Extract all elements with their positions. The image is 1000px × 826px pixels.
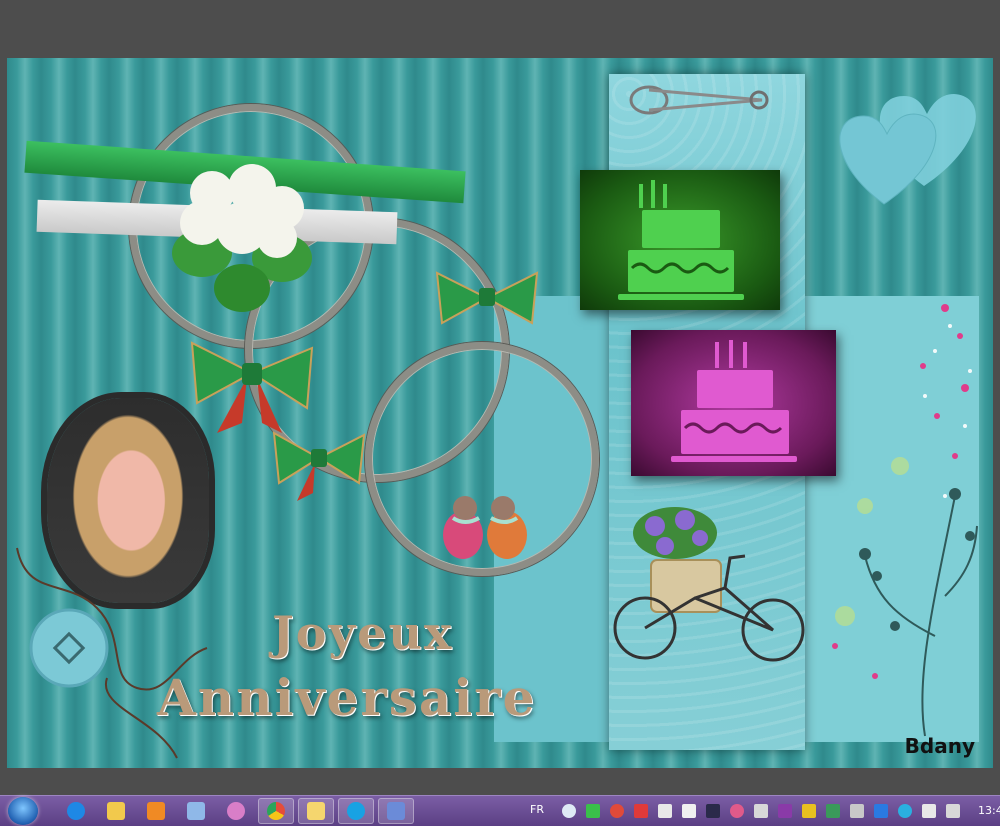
love-birds-decoration: [443, 496, 527, 559]
taskbar-app-media-player[interactable]: [138, 798, 174, 824]
sync-icon[interactable]: [610, 804, 624, 818]
flag-icon[interactable]: [682, 804, 696, 818]
tray-item-icon[interactable]: [826, 804, 840, 818]
birthday-cake-icon: [618, 180, 744, 300]
speaker-red-icon[interactable]: [634, 804, 648, 818]
clock[interactable]: 13:4: [978, 804, 1000, 817]
cloud-icon[interactable]: [562, 804, 576, 818]
onenote-icon[interactable]: [778, 804, 792, 818]
taskbar-app-folder[interactable]: [298, 798, 334, 824]
app-tray-icon[interactable]: [730, 804, 744, 818]
plaid-bow-bottom: [272, 431, 366, 501]
white-hydrangea-decoration: [172, 164, 312, 312]
swirl-button-decoration: [16, 547, 208, 759]
alert-icon[interactable]: [802, 804, 816, 818]
image-viewer-window: Joyeux Anniversaire Bdany: [0, 0, 1000, 795]
title-line-2: Anniversaire: [157, 668, 537, 727]
plaid-bow-large: [190, 341, 314, 433]
language-indicator[interactable]: FR: [530, 803, 544, 816]
taskbar-app-file-explorer[interactable]: [98, 798, 134, 824]
taskbar-app-s[interactable]: [378, 798, 414, 824]
display-icon[interactable]: [850, 804, 864, 818]
battery-green-icon[interactable]: [586, 804, 600, 818]
taskbar-app-paint[interactable]: [218, 798, 254, 824]
signature: Bdany: [904, 734, 975, 758]
pink-cake-card: [631, 330, 836, 476]
chrome-icon: [267, 802, 285, 820]
taskbar: FR 13:4: [0, 795, 1000, 826]
start-button[interactable]: [8, 797, 38, 825]
plaid-bow-top-right: [435, 271, 539, 325]
app-s-icon: [387, 802, 405, 820]
internet-explorer-icon: [67, 802, 85, 820]
skype-icon: [347, 802, 365, 820]
hearts-decoration: [839, 94, 976, 205]
shield-icon[interactable]: [658, 804, 672, 818]
volume-icon[interactable]: [754, 804, 768, 818]
title-line-1: Joyeux: [272, 606, 454, 660]
power-icon[interactable]: [922, 804, 936, 818]
file-explorer-icon: [107, 802, 125, 820]
paint-icon: [227, 802, 245, 820]
update-icon[interactable]: [898, 804, 912, 818]
flower-bicycle-decoration: [613, 507, 805, 662]
media-player-icon: [147, 802, 165, 820]
dropbox-icon[interactable]: [874, 804, 888, 818]
notepad-icon: [187, 802, 205, 820]
taskbar-app-chrome[interactable]: [258, 798, 294, 824]
monitor-icon[interactable]: [706, 804, 720, 818]
taskbar-app-notepad[interactable]: [178, 798, 214, 824]
taskbar-app-internet-explorer[interactable]: [58, 798, 94, 824]
folder-icon: [307, 802, 325, 820]
safety-pin-icon: [629, 85, 769, 115]
birthday-cake-icon-pink: [671, 340, 797, 462]
birthday-card-image: Joyeux Anniversaire Bdany: [7, 58, 993, 768]
green-cake-card: [580, 170, 780, 310]
taskbar-app-skype[interactable]: [338, 798, 374, 824]
network-icon[interactable]: [946, 804, 960, 818]
